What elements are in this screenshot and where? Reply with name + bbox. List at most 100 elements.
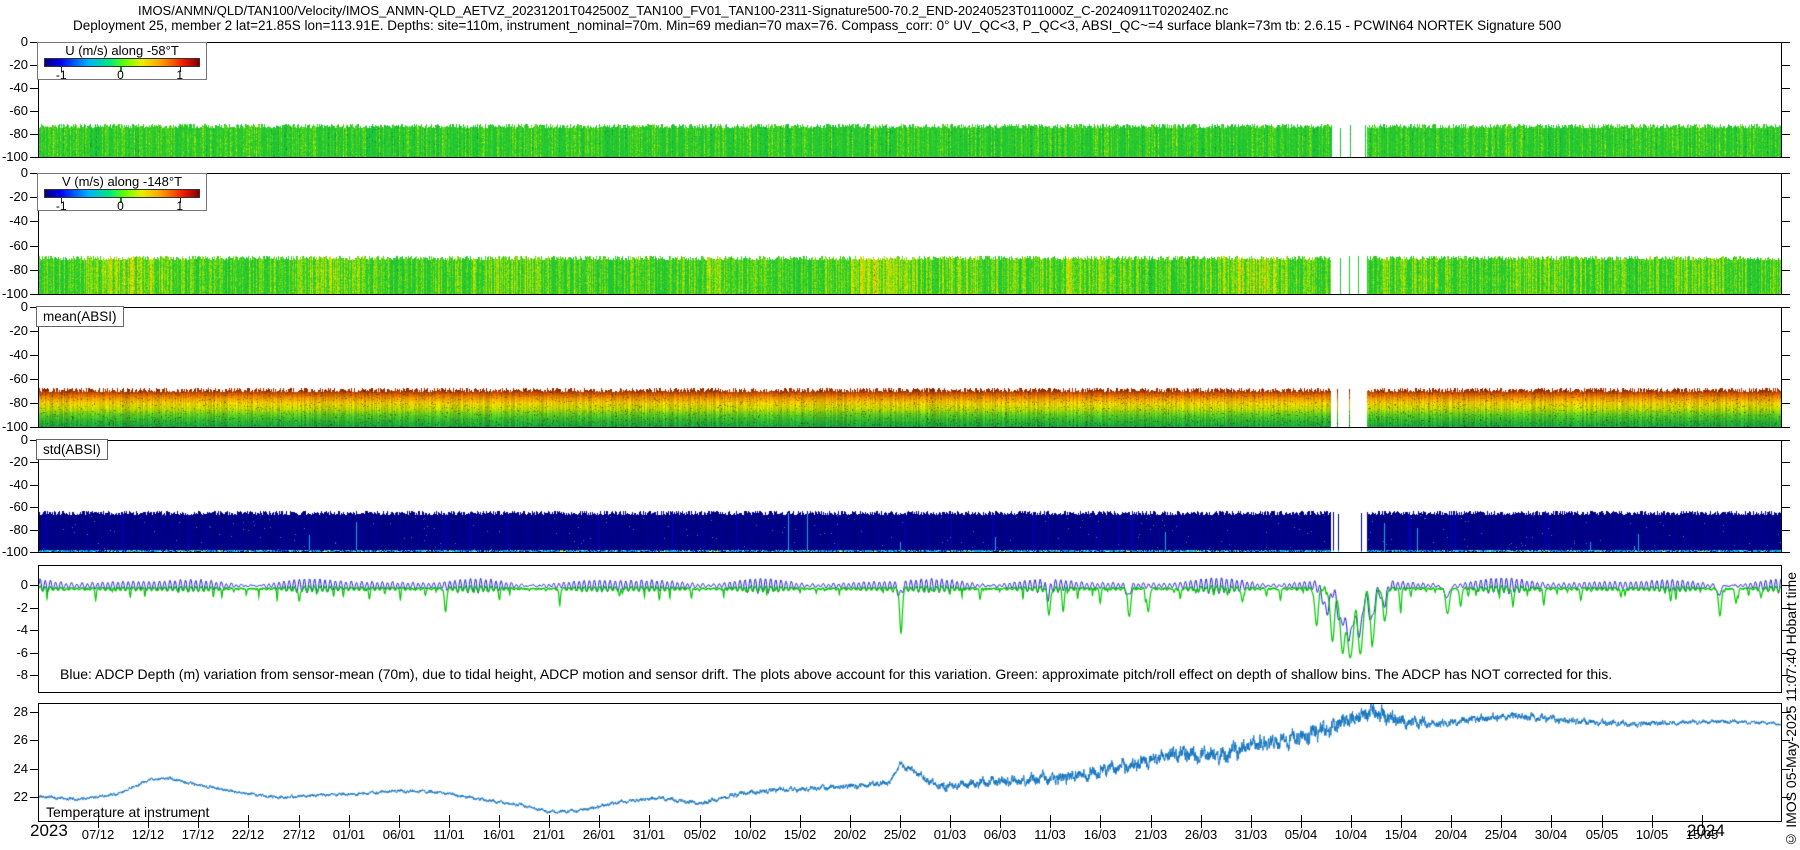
y-tick-label: -80: [0, 523, 28, 537]
panel-v-velocity: [38, 173, 1782, 295]
y-tick-label: 0: [0, 35, 28, 49]
y-tick-mark-left: [30, 507, 38, 508]
colorbar-tick-label: 0: [117, 199, 124, 213]
y-tick-mark-right: [1782, 42, 1790, 43]
x-tick-label: 10/02: [734, 827, 767, 842]
temperature-panel-label: Temperature at instrument: [46, 804, 209, 820]
y-tick-mark-left: [30, 769, 38, 770]
x-tick-label: 25/02: [884, 827, 917, 842]
x-tick-label: 20/04: [1435, 827, 1468, 842]
y-tick-mark-left: [30, 630, 38, 631]
y-tick-label: 26: [0, 733, 28, 747]
panel-u-velocity-canvas: [39, 43, 1781, 157]
y-tick-mark-left: [30, 552, 38, 553]
y-tick-label: 28: [0, 705, 28, 719]
y-tick-label: -20: [0, 324, 28, 338]
y-tick-label: 24: [0, 762, 28, 776]
y-tick-label: -60: [0, 239, 28, 253]
y-tick-mark-left: [30, 675, 38, 676]
panel-std-absi-canvas: [39, 441, 1781, 552]
y-tick-label: -40: [0, 348, 28, 362]
x-tick-label: 05/02: [684, 827, 717, 842]
y-tick-mark-left: [30, 530, 38, 531]
y-tick-mark-left: [30, 331, 38, 332]
y-tick-mark-right: [1782, 552, 1790, 553]
panel-u-velocity: [38, 42, 1782, 158]
y-tick-mark-left: [30, 134, 38, 135]
y-tick-mark-right: [1782, 608, 1790, 609]
y-tick-label: -20: [0, 455, 28, 469]
x-tick-label: 27/12: [283, 827, 316, 842]
x-tick-label: 06/03: [984, 827, 1017, 842]
x-tick-label: 05/04: [1285, 827, 1318, 842]
y-tick-mark-left: [30, 712, 38, 713]
x-tick-label: 30/04: [1535, 827, 1568, 842]
y-tick-label: 0: [0, 300, 28, 314]
y-tick-mark-right: [1782, 111, 1790, 112]
x-tick-label: 26/01: [583, 827, 616, 842]
y-tick-mark-right: [1782, 712, 1790, 713]
y-tick-mark-right: [1782, 530, 1790, 531]
x-tick-label: 06/01: [383, 827, 416, 842]
y-tick-mark-right: [1782, 88, 1790, 89]
y-tick-label: -60: [0, 372, 28, 386]
x-tick-label: 31/01: [633, 827, 666, 842]
x-tick-label: 25/04: [1485, 827, 1518, 842]
x-axis-year-start: 2023: [30, 821, 68, 841]
y-tick-mark-left: [30, 585, 38, 586]
x-tick-label: 10/05: [1636, 827, 1669, 842]
y-tick-label: -2: [0, 601, 28, 615]
x-tick-label: 21/01: [533, 827, 566, 842]
y-tick-mark-right: [1782, 197, 1790, 198]
v_velocity-colorbar-legend: V (m/s) along -148°T-101: [37, 173, 207, 211]
y-tick-mark-left: [30, 653, 38, 654]
y-tick-label: -6: [0, 646, 28, 660]
y-tick-mark-right: [1782, 379, 1790, 380]
x-axis-year-end: 2024: [1687, 821, 1725, 841]
x-tick-label: 05/05: [1586, 827, 1619, 842]
y-tick-mark-right: [1782, 507, 1790, 508]
x-tick-label: 15/04: [1385, 827, 1418, 842]
y-tick-mark-left: [30, 608, 38, 609]
y-tick-label: -100: [0, 150, 28, 164]
y-tick-label: -60: [0, 104, 28, 118]
x-tick-label: 17/12: [182, 827, 215, 842]
y-tick-mark-right: [1782, 440, 1790, 441]
panel-temperature-canvas: [39, 704, 1781, 821]
panel-temperature: [38, 703, 1782, 822]
x-tick-label: 22/12: [232, 827, 265, 842]
x-tick-label: 01/01: [333, 827, 366, 842]
y-tick-mark-right: [1782, 462, 1790, 463]
y-tick-mark-left: [30, 485, 38, 486]
y-tick-label: 22: [0, 790, 28, 804]
colorbar-tick-label: 1: [176, 68, 183, 82]
colorbar-title: U (m/s) along -58°T: [38, 43, 206, 58]
mean_absi-label-box: mean(ABSI): [36, 306, 124, 327]
x-tick-label: 07/12: [82, 827, 115, 842]
colorbar-gradient: [44, 58, 200, 67]
y-tick-mark-right: [1782, 675, 1790, 676]
x-tick-label: 10/04: [1335, 827, 1368, 842]
y-tick-mark-right: [1782, 221, 1790, 222]
y-tick-mark-right: [1782, 294, 1790, 295]
y-tick-label: -40: [0, 478, 28, 492]
y-tick-label: -60: [0, 500, 28, 514]
y-tick-mark-left: [30, 355, 38, 356]
y-tick-mark-right: [1782, 307, 1790, 308]
std_absi-label-box: std(ABSI): [36, 439, 108, 460]
x-tick-label: 12/12: [132, 827, 165, 842]
y-tick-mark-right: [1782, 485, 1790, 486]
y-tick-label: -8: [0, 668, 28, 682]
y-tick-mark-right: [1782, 427, 1790, 428]
y-tick-mark-left: [30, 270, 38, 271]
panel-mean-absi: [38, 307, 1782, 428]
depth-variation-note: Blue: ADCP Depth (m) variation from sens…: [60, 666, 1612, 682]
copyright-watermark: © IMOS 05-May-2025 11:07:40 Hobart time: [1783, 572, 1799, 848]
x-tick-label: 11/01: [433, 827, 465, 842]
y-tick-mark-right: [1782, 585, 1790, 586]
x-tick-label: 31/03: [1235, 827, 1268, 842]
x-tick-label: 20/02: [834, 827, 867, 842]
y-tick-mark-left: [30, 797, 38, 798]
colorbar-tick-label: 0: [117, 68, 124, 82]
y-tick-mark-right: [1782, 331, 1790, 332]
